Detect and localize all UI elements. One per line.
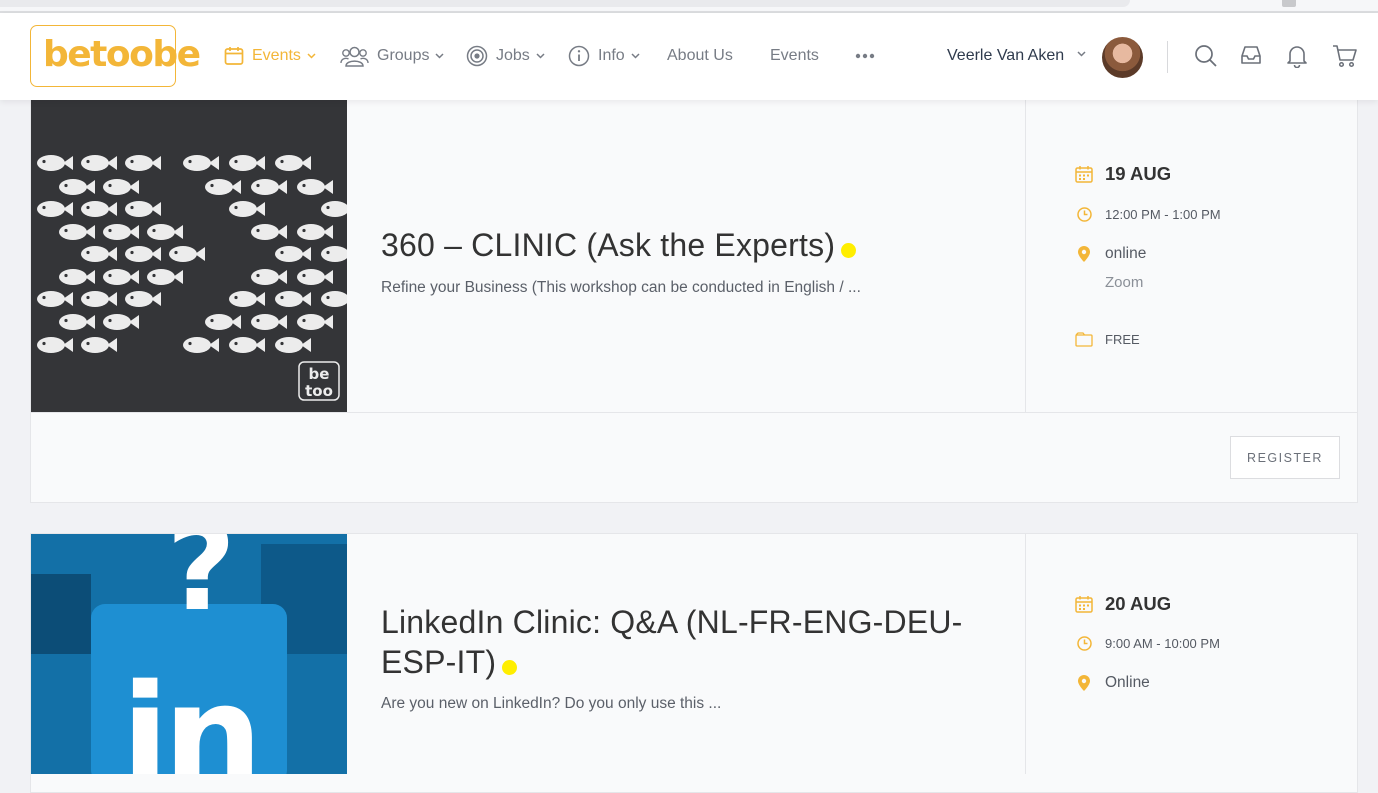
- map-pin-icon: [1078, 675, 1090, 691]
- bell-icon[interactable]: [1287, 44, 1307, 68]
- nav-groups[interactable]: Groups: [340, 43, 444, 69]
- more-dots-icon: [855, 53, 875, 59]
- chevron-down-icon[interactable]: [1077, 51, 1086, 57]
- target-icon: [466, 45, 488, 67]
- scrollbar-thumb[interactable]: [0, 0, 1130, 7]
- nav-more-button[interactable]: [855, 43, 875, 69]
- search-icon[interactable]: [1194, 44, 1218, 68]
- nav-about-us-label: About Us: [667, 47, 733, 64]
- event-location-text: online: [1105, 245, 1147, 262]
- event-card: ? in LinkedIn Clinic: Q&A (NL-FR-ENG-DEU…: [30, 533, 1358, 793]
- calendar-icon: [1075, 596, 1093, 613]
- chevron-down-icon: [307, 53, 316, 59]
- event-date: 19 AUG: [1075, 163, 1171, 185]
- event-date: 20 AUG: [1075, 593, 1171, 615]
- card-divider: [1025, 99, 1026, 412]
- event-time: 12:00 PM - 1:00 PM: [1075, 207, 1221, 222]
- svg-text:in: in: [121, 655, 257, 774]
- card-divider: [1025, 534, 1026, 774]
- image-logo-too: too: [305, 382, 333, 400]
- groups-icon: [340, 46, 369, 67]
- nav-events-link-label: Events: [770, 47, 819, 64]
- nav-groups-label: Groups: [377, 47, 430, 64]
- event-price: FREE: [1075, 332, 1140, 347]
- event-date-text: 19 AUG: [1105, 163, 1172, 184]
- calendar-icon: [1075, 166, 1093, 183]
- map-pin-icon: [1078, 246, 1090, 262]
- event-title-text[interactable]: LinkedIn Clinic: Q&A (NL-FR-ENG-DEU-ESP-…: [381, 604, 963, 680]
- clock-icon: [1076, 207, 1092, 222]
- status-dot: [502, 660, 518, 675]
- chevron-down-icon: [435, 53, 444, 59]
- event-location: online: [1075, 245, 1146, 263]
- register-button[interactable]: REGISTER: [1230, 436, 1340, 479]
- event-time-text: 12:00 PM - 1:00 PM: [1105, 207, 1221, 222]
- betoobe-logo[interactable]: betoobe: [30, 25, 201, 87]
- image-logo-be: be: [309, 365, 330, 383]
- chevron-down-icon: [631, 53, 640, 59]
- nav-jobs[interactable]: Jobs: [466, 43, 545, 69]
- nav-events-label: Events: [252, 47, 301, 64]
- site-header: betoobe Events Groups Jobs Info About Us…: [0, 13, 1378, 100]
- calendar-icon: [224, 47, 244, 65]
- header-divider: [1167, 41, 1168, 73]
- event-title[interactable]: 360 – CLINIC (Ask the Experts): [381, 225, 857, 265]
- event-date-text: 20 AUG: [1105, 593, 1172, 614]
- info-icon: [568, 45, 590, 67]
- event-excerpt: Refine your Business (This workshop can …: [381, 279, 861, 296]
- event-excerpt: Are you new on LinkedIn? Do you only use…: [381, 695, 722, 712]
- logo-text: betoobe: [43, 34, 201, 75]
- nav-events[interactable]: Events: [224, 43, 316, 69]
- nav-jobs-label: Jobs: [496, 47, 530, 64]
- card-footer: REGISTER: [31, 412, 1357, 502]
- user-name[interactable]: Veerle Van Aken: [947, 47, 1064, 65]
- inbox-icon[interactable]: [1240, 44, 1262, 66]
- event-location-text: Online: [1105, 674, 1150, 691]
- event-time: 9:00 AM - 10:00 PM: [1075, 636, 1220, 651]
- nav-events-link[interactable]: Events: [770, 43, 819, 69]
- event-time-text: 9:00 AM - 10:00 PM: [1105, 636, 1220, 651]
- event-price-text: FREE: [1105, 332, 1140, 347]
- clock-icon: [1076, 636, 1092, 651]
- status-dot: [841, 243, 857, 258]
- avatar[interactable]: [1102, 37, 1143, 78]
- ticket-icon: [1075, 332, 1093, 347]
- browser-scroll-strip: [0, 0, 1378, 13]
- svg-text:?: ?: [166, 534, 236, 638]
- cart-icon[interactable]: [1332, 44, 1358, 68]
- event-image-fish[interactable]: be too: [31, 99, 347, 412]
- event-venue: Zoom: [1105, 274, 1144, 291]
- nav-about-us[interactable]: About Us: [667, 43, 733, 69]
- event-card: be too 360 – CLINIC (Ask the Experts) Re…: [30, 98, 1358, 503]
- event-location: Online: [1075, 674, 1150, 692]
- nav-info[interactable]: Info: [568, 43, 640, 69]
- event-image-linkedin[interactable]: ? in: [31, 534, 347, 774]
- chevron-down-icon: [536, 53, 545, 59]
- event-title[interactable]: LinkedIn Clinic: Q&A (NL-FR-ENG-DEU-ESP-…: [381, 602, 981, 682]
- scrollbar-marker: [1282, 0, 1296, 7]
- event-title-text[interactable]: 360 – CLINIC (Ask the Experts): [381, 227, 835, 263]
- nav-info-label: Info: [598, 47, 625, 64]
